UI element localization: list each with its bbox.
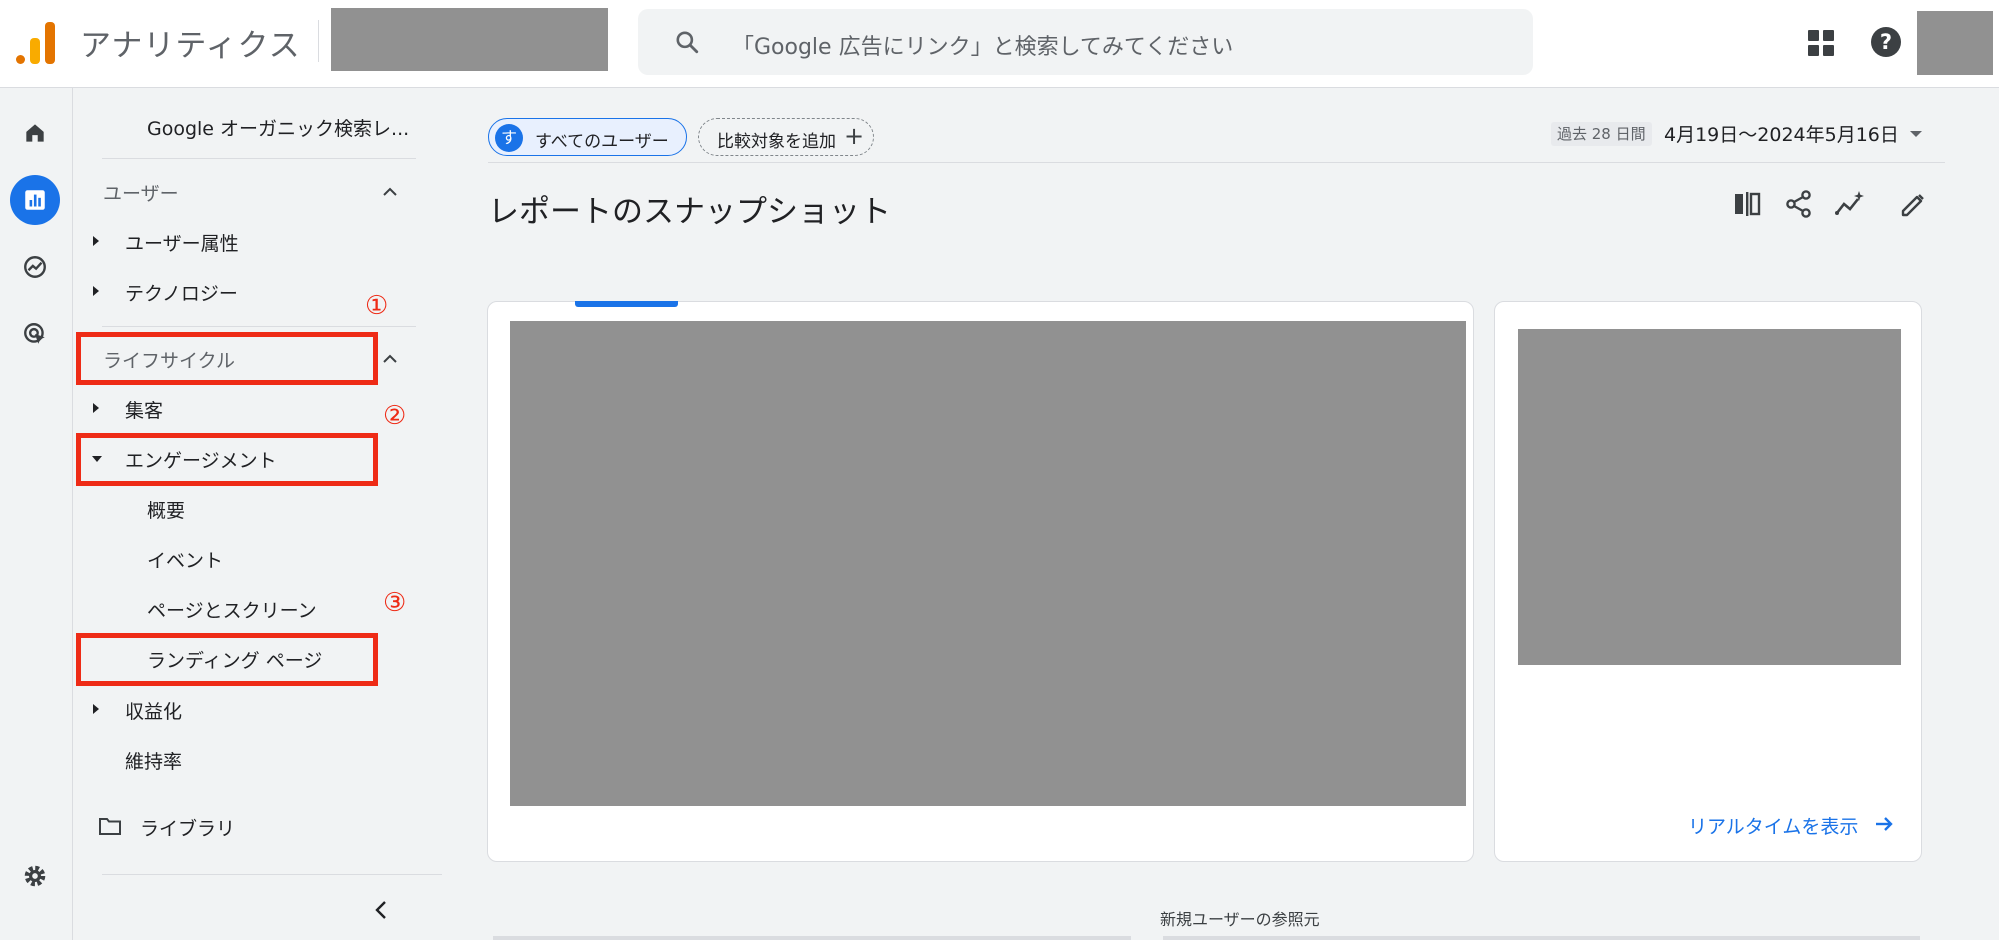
annotation-number-2: ② — [383, 401, 407, 431]
title-divider — [318, 20, 319, 62]
share-icon[interactable] — [1783, 188, 1815, 220]
gear-icon — [24, 865, 46, 887]
home-button[interactable] — [10, 108, 60, 158]
add-comparison-button[interactable]: 比較対象を追加 + — [698, 118, 874, 156]
plus-icon: + — [844, 122, 865, 150]
segment-initial-avatar: す — [495, 124, 523, 152]
active-metric-tab-indicator — [575, 301, 678, 307]
insights-icon[interactable] — [1834, 188, 1866, 220]
sidebar-item-acquisition[interactable]: 集客 — [125, 396, 163, 423]
date-range-picker[interactable]: 4月19日～2024年5月16日 — [1664, 120, 1899, 147]
sidebar-divider — [102, 326, 416, 327]
top-app-bar: アナリティクス 「Google 広告にリンク」と検索してみてください ? — [0, 0, 1999, 88]
reports-icon — [25, 190, 45, 210]
folder-icon — [99, 818, 121, 835]
help-icon[interactable]: ? — [1871, 27, 1901, 57]
analytics-logo-icon[interactable] — [16, 20, 56, 64]
card-top-edge — [1163, 936, 1920, 940]
expand-arrow-icon[interactable] — [93, 236, 99, 246]
left-nav-rail — [0, 88, 73, 940]
sidebar-item-overview[interactable]: 概要 — [147, 496, 185, 523]
search-bar[interactable]: 「Google 広告にリンク」と検索してみてください — [638, 9, 1533, 75]
annotation-box-2 — [76, 433, 378, 486]
avatar-redacted[interactable] — [1917, 11, 1993, 75]
account-selector-redacted[interactable] — [331, 8, 608, 71]
annotation-box-3 — [76, 633, 378, 686]
home-icon — [26, 124, 44, 142]
sidebar-item-technology[interactable]: テクノロジー — [125, 279, 238, 306]
sidebar-divider — [102, 874, 442, 875]
settings-button[interactable] — [10, 851, 60, 901]
card-top-edge — [493, 936, 1131, 940]
expand-arrow-icon[interactable] — [93, 286, 99, 296]
advertising-button[interactable] — [10, 309, 60, 359]
arrow-right-icon[interactable] — [1874, 814, 1894, 834]
main-divider — [488, 162, 1945, 163]
advertising-icon — [24, 323, 45, 344]
search-icon — [676, 31, 699, 54]
search-placeholder[interactable]: 「Google 広告にリンク」と検索してみてください — [732, 29, 1233, 61]
report-collection-title[interactable]: Google オーガニック検索レ... — [147, 114, 409, 141]
annotation-box-1 — [76, 332, 378, 385]
view-realtime-link[interactable]: リアルタイムを表示 — [1688, 812, 1858, 839]
sidebar-item-monetization[interactable]: 収益化 — [125, 697, 182, 724]
annotation-number-3: ③ — [383, 588, 407, 618]
collapse-sidebar-icon[interactable] — [374, 900, 388, 920]
apps-grid-icon[interactable] — [1808, 30, 1834, 56]
expand-arrow-icon[interactable] — [93, 704, 99, 714]
sidebar-section-user[interactable]: ユーザー — [103, 179, 179, 206]
page-title: レポートのスナップショット — [488, 194, 891, 230]
compare-icon[interactable] — [1732, 188, 1764, 220]
sidebar-item-demographics[interactable]: ユーザー属性 — [125, 229, 239, 256]
report-sidebar: Google オーガニック検索レ... ユーザー ユーザー属性 テクノロジー ラ… — [74, 88, 442, 940]
new-user-source-card-title: 新規ユーザーの参照元 — [1160, 910, 1320, 929]
sidebar-item-library[interactable]: ライブラリ — [140, 814, 235, 841]
chevron-up-icon[interactable] — [381, 353, 399, 365]
sidebar-item-pages-screens[interactable]: ページとスクリーン — [147, 596, 317, 623]
explore-button[interactable] — [10, 242, 60, 292]
app-title[interactable]: アナリティクス — [80, 20, 301, 65]
expand-arrow-icon[interactable] — [93, 403, 99, 413]
edit-icon[interactable] — [1897, 188, 1929, 220]
chevron-up-icon[interactable] — [381, 186, 399, 198]
chart-redacted — [510, 321, 1466, 806]
caret-down-icon[interactable] — [1910, 131, 1922, 137]
sidebar-item-retention[interactable]: 維持率 — [125, 747, 182, 774]
segment-chip-all-users[interactable]: す すべてのユーザー — [488, 118, 687, 156]
sidebar-divider — [102, 158, 416, 159]
realtime-content-redacted — [1518, 329, 1901, 665]
explore-icon — [24, 256, 46, 278]
date-preset-badge[interactable]: 過去 28 日間 — [1551, 122, 1652, 146]
sidebar-item-events[interactable]: イベント — [147, 546, 223, 573]
annotation-number-1: ① — [365, 291, 389, 321]
add-comparison-label: 比較対象を追加 — [717, 132, 836, 152]
segment-chip-label: すべてのユーザー — [535, 132, 669, 152]
reports-button[interactable] — [10, 175, 60, 225]
